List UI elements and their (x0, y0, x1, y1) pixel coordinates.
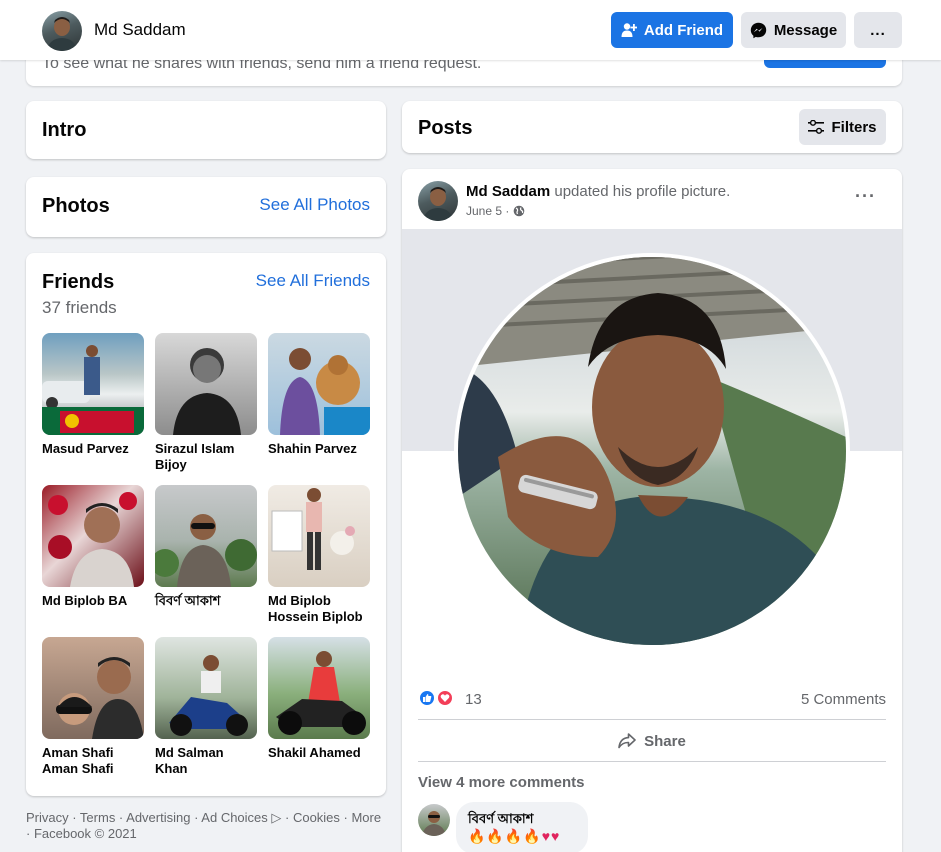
profile-picture-circle[interactable] (454, 253, 850, 649)
friend-photo[interactable] (155, 485, 257, 587)
photos-title[interactable]: Photos (42, 195, 110, 218)
friend-name[interactable]: Md Biplob Hossein Biplob (268, 593, 370, 625)
friend-tile[interactable]: Aman Shafi Aman Shafi (42, 637, 144, 777)
friend-photo[interactable] (155, 333, 257, 435)
friend-name[interactable]: Md Biplob BA (42, 593, 144, 609)
friend-tile[interactable]: Masud Parvez (42, 333, 144, 457)
reactions-summary[interactable]: 13 (418, 687, 498, 711)
post-options-icon[interactable]: ··· (855, 187, 876, 205)
more-dots-icon: ... (870, 21, 886, 39)
friend-tile[interactable]: Sirazul Islam Bijoy (155, 333, 257, 473)
friend-tile[interactable]: Shakil Ahamed (268, 637, 370, 761)
friend-photo[interactable] (268, 637, 370, 739)
friend-name[interactable]: বিবর্ণ আকাশ (155, 593, 257, 609)
see-all-friends-link[interactable]: See All Friends (256, 271, 370, 291)
post-action-text: updated his profile picture. (554, 183, 731, 200)
friend-photo[interactable] (42, 485, 144, 587)
see-all-photos-link[interactable]: See All Photos (259, 195, 370, 215)
posts-header-card: Posts Filters (402, 101, 902, 153)
filters-button[interactable]: Filters (799, 109, 886, 145)
friend-name[interactable]: Shahin Parvez (268, 441, 370, 457)
friend-photo[interactable] (42, 333, 144, 435)
friends-count: 37 friends (42, 298, 117, 317)
filters-icon (808, 120, 825, 134)
friend-tile[interactable]: Md Salman Khan (155, 637, 257, 777)
comment-bubble[interactable]: বিবর্ণ আকাশ 🔥🔥🔥🔥♥♥ (456, 802, 588, 852)
post-author-name[interactable]: Md Saddam (466, 183, 550, 200)
post-author-avatar[interactable] (418, 181, 458, 221)
friend-photo[interactable] (155, 637, 257, 739)
share-icon (618, 733, 636, 749)
intro-title: Intro (42, 119, 87, 141)
friends-card: Friends 37 friends See All Friends Masud… (26, 253, 386, 796)
friends-title[interactable]: Friends (42, 271, 114, 294)
header-avatar[interactable] (42, 11, 82, 51)
friend-tile[interactable]: Shahin Parvez (268, 333, 370, 457)
share-label: Share (644, 732, 686, 750)
post-image[interactable] (402, 229, 902, 677)
message-button[interactable]: Message (741, 12, 846, 48)
add-friend-button[interactable]: Add Friend (611, 12, 733, 48)
intro-card: Intro (26, 101, 386, 159)
commenter-avatar[interactable] (418, 804, 450, 836)
friend-tile[interactable]: Md Biplob BA (42, 485, 144, 609)
friend-photo[interactable] (268, 485, 370, 587)
legal-footer[interactable]: Privacy · Terms · Advertising · Ad Choic… (26, 810, 386, 842)
post-date[interactable]: June 5 · (466, 204, 509, 218)
header-profile-name[interactable]: Md Saddam (94, 20, 186, 40)
add-friend-icon (621, 23, 637, 37)
friend-photo[interactable] (42, 637, 144, 739)
friend-tile[interactable]: Md Biplob Hossein Biplob (268, 485, 370, 625)
share-button[interactable]: Share (418, 725, 886, 757)
friend-name[interactable]: Sirazul Islam Bijoy (155, 441, 257, 473)
like-reaction-icon (418, 689, 436, 707)
message-label: Message (773, 21, 838, 39)
divider (418, 761, 886, 762)
add-friend-label: Add Friend (643, 21, 724, 39)
posts-title: Posts (418, 117, 473, 139)
post-card: Md Saddam updated his profile picture. J… (402, 169, 902, 852)
messenger-icon (750, 22, 767, 38)
comment-text: 🔥🔥🔥🔥♥♥ (468, 828, 561, 844)
friend-tile[interactable]: বিবর্ণ আকাশ (155, 485, 257, 609)
friend-name[interactable]: Masud Parvez (42, 441, 144, 457)
photos-card: Photos See All Photos (26, 177, 386, 237)
filters-label: Filters (831, 118, 877, 136)
friend-name[interactable]: Shakil Ahamed (268, 745, 370, 761)
globe-icon (514, 205, 525, 217)
profile-sticky-header: Md Saddam Add Friend Message ... (0, 0, 941, 60)
friend-photo[interactable] (268, 333, 370, 435)
friend-name[interactable]: Md Salman Khan (155, 745, 257, 777)
view-more-comments-link[interactable]: View 4 more comments (418, 774, 584, 791)
friend-name[interactable]: Aman Shafi Aman Shafi (42, 745, 144, 777)
more-options-button[interactable]: ... (854, 12, 902, 48)
comments-count[interactable]: 5 Comments (801, 691, 886, 708)
divider (418, 719, 886, 720)
reaction-count[interactable]: 13 (465, 691, 482, 708)
love-reaction-icon (436, 689, 454, 707)
